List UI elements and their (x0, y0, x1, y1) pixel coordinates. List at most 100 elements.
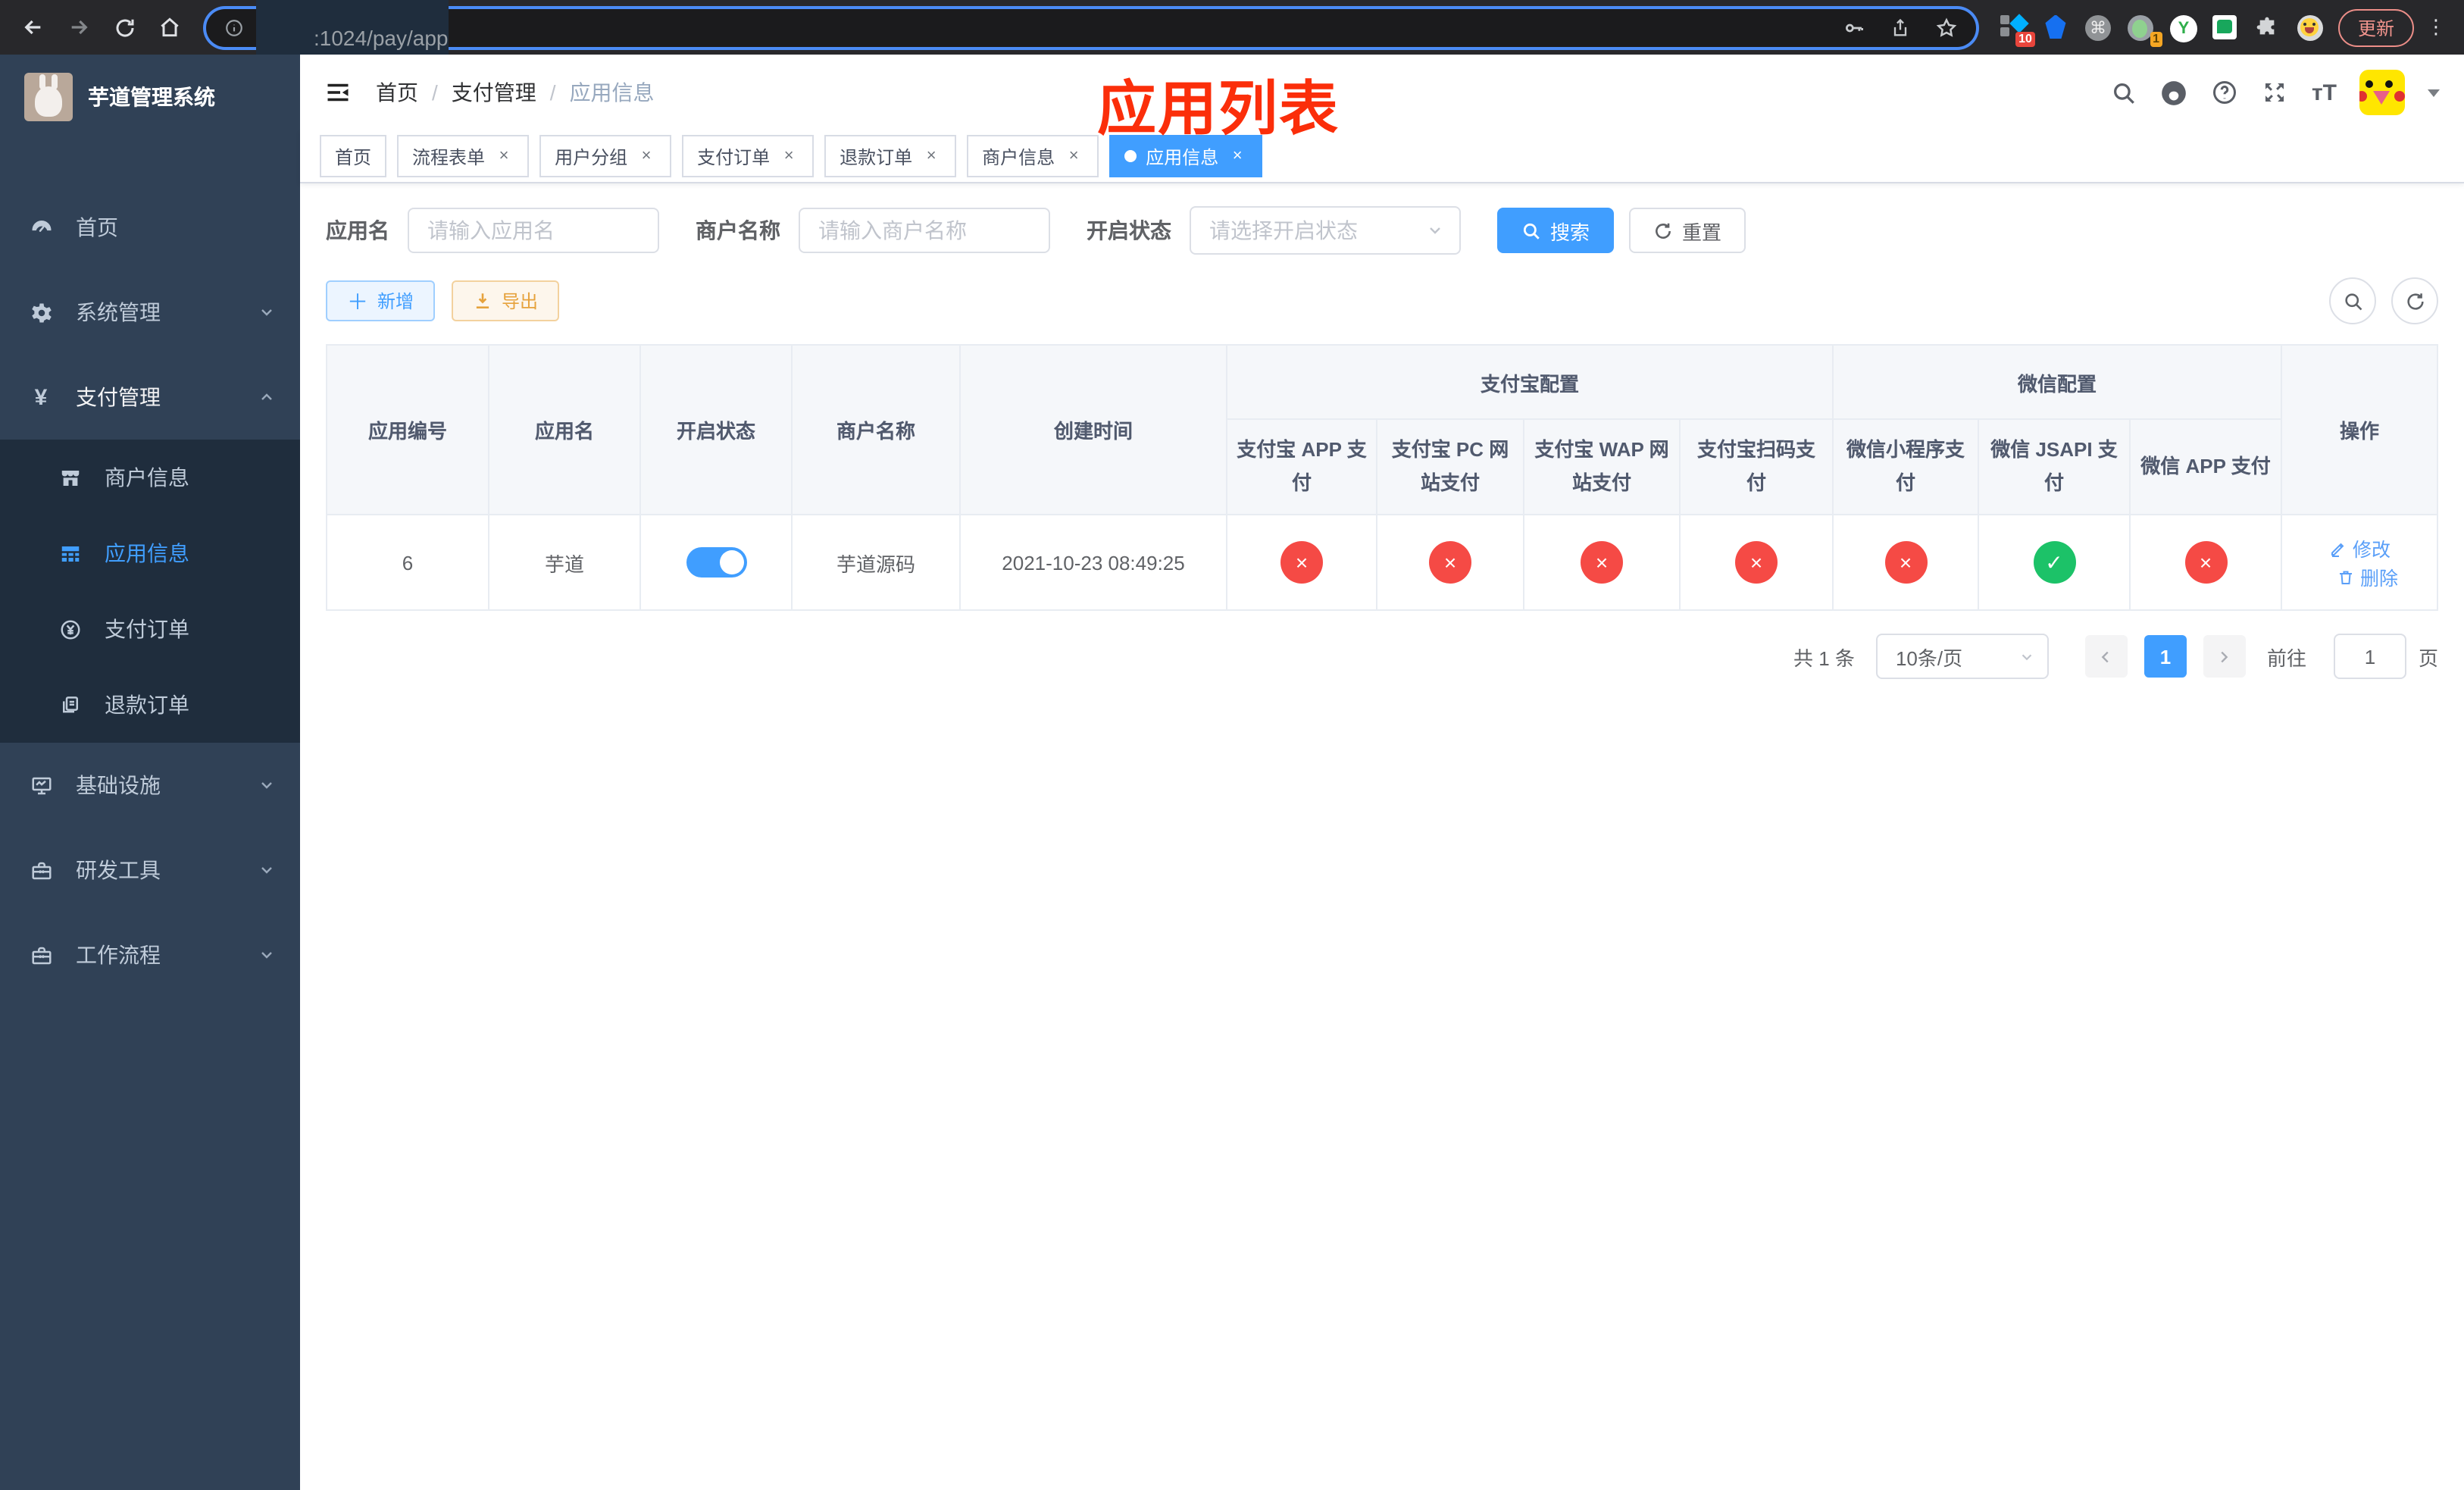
avatar-dropdown-caret-icon[interactable] (2428, 89, 2440, 96)
sidebar-fold-icon[interactable] (324, 79, 352, 106)
tab-process-form[interactable]: 流程表单 × (397, 135, 530, 177)
tab-user-group[interactable]: 用户分组 × (539, 135, 672, 177)
sidebar-item-workflow[interactable]: 工作流程 (0, 912, 300, 997)
next-page-button[interactable] (2203, 635, 2246, 678)
tab-refund-orders[interactable]: 退款订单 × (824, 135, 957, 177)
font-size-icon[interactable]: ᴛT (2312, 80, 2337, 105)
dashboard-icon (29, 216, 53, 239)
browser-toolbar: localhost:1024/pay/app 10 ⌘ 1 Y 更新 ⋮ (0, 0, 2464, 76)
cell-app-name: 芋道 (488, 514, 641, 611)
documents-icon (58, 693, 82, 716)
merchant-name-input[interactable] (799, 208, 1050, 253)
close-icon[interactable]: × (636, 146, 656, 166)
back-icon[interactable] (15, 9, 52, 45)
sidebar-item-system[interactable]: 系统管理 (0, 270, 300, 355)
app-name-label: 应用名 (326, 218, 389, 243)
extension-avatar-icon[interactable]: 1 (2127, 14, 2162, 46)
add-button[interactable]: ＋新增 (326, 280, 436, 321)
bookmark-star-icon[interactable] (1935, 16, 1958, 39)
page-size-select[interactable]: 10条/页 (1875, 634, 2049, 679)
sidebar-item-app-info[interactable]: 应用信息 (0, 515, 300, 591)
sidebar-menu: 首页 系统管理 ¥ 支付管理 商户信息 应用信息 支付订单 退款订单 基础设施 … (0, 185, 300, 997)
group-header-alipay: 支付宝配置 (1225, 344, 1834, 420)
current-page-button[interactable]: 1 (2143, 635, 2187, 678)
breadcrumb-current: 应用信息 (569, 80, 655, 105)
table-toolbar: ＋新增 导出 (326, 277, 2438, 324)
share-icon[interactable] (1890, 16, 1911, 39)
tags-view: 首页 流程表单 × 用户分组 × 支付订单 × 退款订单 × 商户信息 × 应用信息 × (300, 130, 2464, 183)
chevron-down-icon (258, 303, 276, 321)
extensions-puzzle-icon[interactable] (2255, 14, 2281, 40)
sidebar-item-payment[interactable]: ¥ 支付管理 (0, 355, 300, 440)
extension-command-icon[interactable]: ⌘ (2084, 14, 2111, 40)
user-avatar[interactable] (2359, 70, 2405, 115)
extension-blue-diamond-icon[interactable]: 10 (2000, 13, 2035, 46)
browser-menu-icon[interactable]: ⋮ (2423, 15, 2449, 39)
extension-y-icon[interactable]: Y (2169, 14, 2197, 42)
tab-pay-orders[interactable]: 支付订单 × (682, 135, 815, 177)
shop-icon (58, 466, 82, 489)
browser-update-button[interactable]: 更新 (2337, 8, 2414, 46)
edit-link[interactable]: 修改 (2328, 534, 2391, 562)
chevron-down-icon (258, 946, 276, 964)
sidebar-item-infrastructure[interactable]: 基础设施 (0, 743, 300, 828)
tab-merchant-info[interactable]: 商户信息 × (967, 135, 1099, 177)
search-icon (1523, 222, 1540, 239)
tab-app-info[interactable]: 应用信息 × (1109, 135, 1263, 177)
sidebar-item-merchant-info[interactable]: 商户信息 (0, 440, 300, 515)
search-button[interactable]: 搜索 (1497, 208, 1615, 253)
app-title: 芋道管理系统 (88, 85, 215, 109)
gear-icon (29, 301, 53, 324)
screen: localhost:1024/pay/app 10 ⌘ 1 Y 更新 ⋮ 芋道管 (0, 0, 2464, 1490)
sidebar-item-home[interactable]: 首页 (0, 185, 300, 270)
sidebar: 芋道管理系统 首页 系统管理 ¥ 支付管理 商户信息 应用信息 支付订单 退款订… (0, 55, 300, 1490)
app-name-input[interactable] (408, 208, 659, 253)
sidebar-item-label: 首页 (76, 215, 118, 239)
github-icon[interactable] (2160, 78, 2189, 107)
close-icon[interactable]: × (494, 146, 514, 166)
password-key-icon[interactable] (1843, 16, 1865, 39)
home-icon[interactable] (152, 9, 188, 45)
extension-chat-icon[interactable] (2212, 14, 2238, 40)
close-icon[interactable]: × (921, 146, 941, 166)
url-bar[interactable]: localhost:1024/pay/app (206, 0, 1976, 76)
sidebar-logo[interactable]: 芋道管理系统 (0, 55, 300, 139)
prev-page-button[interactable] (2084, 635, 2128, 678)
col-header-app-name: 应用名 (488, 344, 641, 515)
goto-page-input[interactable] (2333, 634, 2406, 679)
col-header-created: 创建时间 (959, 344, 1227, 515)
sidebar-item-dev-tools[interactable]: 研发工具 (0, 828, 300, 912)
close-icon[interactable]: × (1227, 146, 1247, 166)
help-icon[interactable] (2212, 79, 2239, 106)
breadcrumb-item[interactable]: 首页 (376, 77, 418, 108)
refresh-icon (1656, 222, 1671, 238)
toggle-search-icon-button[interactable] (2329, 277, 2376, 324)
reload-icon[interactable] (106, 9, 142, 45)
close-icon[interactable]: × (779, 146, 799, 166)
fullscreen-icon[interactable] (2262, 79, 2289, 106)
merchant-name-label: 商户名称 (696, 218, 780, 243)
tab-home[interactable]: 首页 (320, 135, 387, 177)
close-icon[interactable]: × (1064, 146, 1083, 166)
forward-icon[interactable] (61, 9, 97, 45)
reset-button[interactable]: 重置 (1629, 208, 1746, 253)
status-select[interactable]: 请选择开启状态 (1190, 206, 1461, 255)
col-header-alipay-pc: 支付宝 PC 网站支付 (1376, 418, 1524, 515)
site-info-icon[interactable] (224, 17, 244, 37)
sidebar-item-pay-orders[interactable]: 支付订单 (0, 591, 300, 667)
extension-emoji-icon[interactable] (2297, 14, 2323, 40)
enabled-toggle[interactable] (686, 547, 746, 578)
extension-gem-icon[interactable] (2043, 14, 2068, 40)
chevron-down-icon (258, 861, 276, 879)
refresh-table-icon-button[interactable] (2391, 277, 2438, 324)
delete-link[interactable]: 删除 (2336, 562, 2398, 591)
active-dot (1124, 150, 1137, 162)
status-icon: × (1581, 541, 1623, 584)
col-header-alipay-wap: 支付宝 WAP 网站支付 (1523, 418, 1681, 515)
export-button[interactable]: 导出 (452, 280, 560, 321)
breadcrumb-item[interactable]: 支付管理 (452, 77, 536, 108)
sidebar-item-refund-orders[interactable]: 退款订单 (0, 667, 300, 743)
header-search-icon[interactable] (2112, 80, 2137, 105)
status-icon: × (1280, 541, 1323, 584)
page-unit-label: 页 (2418, 646, 2438, 669)
